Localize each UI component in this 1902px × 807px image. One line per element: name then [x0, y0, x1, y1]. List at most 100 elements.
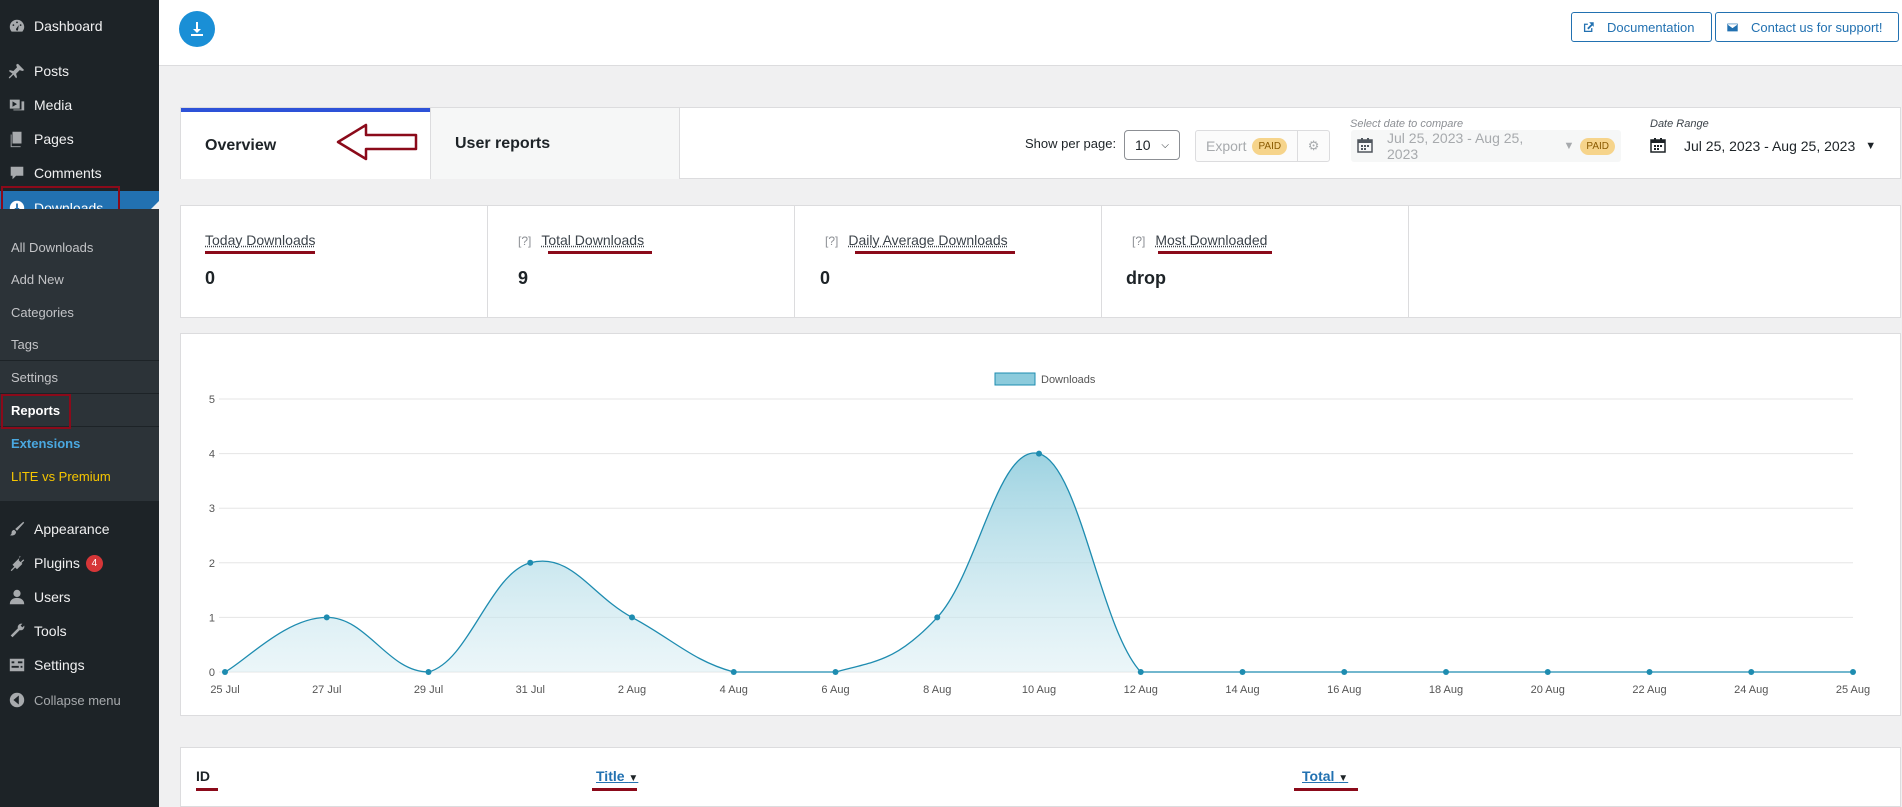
- stat-value: 0: [820, 268, 831, 288]
- legend-label[interactable]: Downloads: [1041, 374, 1096, 386]
- x-tick-label: 27 Jul: [312, 684, 341, 696]
- menu-posts[interactable]: Posts: [0, 54, 159, 88]
- y-tick-label: 3: [209, 503, 215, 515]
- calendar-icon: [1650, 137, 1666, 156]
- downloads-table: ID Title ▼ Total ▼: [180, 747, 1901, 807]
- paid-badge: PAID: [1252, 137, 1288, 155]
- export-button[interactable]: Export PAID: [1196, 131, 1299, 161]
- submenu-lite-vs-premium[interactable]: LITE vs Premium: [11, 469, 111, 484]
- menu-collapse[interactable]: Collapse menu: [0, 683, 159, 717]
- data-point[interactable]: [934, 614, 941, 621]
- export-control: Export PAID ⚙: [1195, 130, 1330, 162]
- menu-plugins[interactable]: Plugins 4: [0, 546, 159, 580]
- data-point[interactable]: [323, 614, 330, 621]
- data-point[interactable]: [629, 614, 635, 621]
- data-point[interactable]: [222, 669, 228, 675]
- date-range-picker[interactable]: Jul 25, 2023 - Aug 25, 2023 ▼: [1650, 130, 1880, 162]
- submenu-add-new[interactable]: Add New: [11, 272, 64, 287]
- submenu-settings[interactable]: Settings: [11, 370, 58, 385]
- menu-dashboard[interactable]: Dashboard: [0, 9, 159, 43]
- per-page-select[interactable]: 10 ⌵: [1124, 130, 1180, 160]
- data-point[interactable]: [1443, 669, 1449, 675]
- dashboard-icon: [0, 9, 34, 43]
- export-settings-gear-icon[interactable]: ⚙: [1298, 138, 1329, 154]
- data-point[interactable]: [1239, 669, 1246, 675]
- menu-pages[interactable]: Pages: [0, 122, 159, 156]
- menu-label: Dashboard: [34, 18, 103, 34]
- data-point[interactable]: [425, 669, 432, 675]
- submenu-separator: [0, 360, 159, 361]
- data-point[interactable]: [730, 669, 737, 675]
- stat-underline-annotation: [855, 251, 1015, 254]
- data-point[interactable]: [527, 559, 534, 566]
- caret-down-icon: ▼: [1563, 140, 1575, 152]
- data-point[interactable]: [832, 669, 839, 675]
- y-tick-label: 0: [209, 667, 215, 679]
- documentation-button[interactable]: Documentation: [1571, 12, 1712, 42]
- help-tooltip-icon[interactable]: [?]: [825, 234, 838, 248]
- menu-label: Collapse menu: [34, 692, 121, 708]
- x-tick-label: 29 Jul: [414, 684, 443, 696]
- menu-label: Comments: [34, 165, 102, 181]
- menu-tools[interactable]: Tools: [0, 614, 159, 648]
- column-header-title[interactable]: Title ▼: [596, 768, 638, 784]
- envelope-icon: [1727, 23, 1738, 31]
- x-tick-label: 2 Aug: [618, 684, 646, 696]
- menu-label: Appearance: [34, 521, 110, 537]
- comment-icon: [0, 156, 34, 190]
- menu-media[interactable]: Media: [0, 88, 159, 122]
- menu-label: Settings: [34, 657, 85, 673]
- submenu-tags[interactable]: Tags: [11, 337, 38, 352]
- stat-label: Total Downloads: [541, 232, 645, 248]
- compare-date-hint: Select date to compare: [1350, 118, 1464, 130]
- column-header-label: Title: [596, 768, 625, 784]
- paid-badge: PAID: [1580, 137, 1615, 155]
- x-tick-label: 22 Aug: [1632, 684, 1666, 696]
- stat-value: 9: [518, 268, 529, 288]
- submenu-categories[interactable]: Categories: [11, 305, 74, 320]
- menu-settings[interactable]: Settings: [0, 648, 159, 682]
- header-underline-annotation: [592, 788, 637, 791]
- sort-caret-icon: ▼: [628, 773, 639, 784]
- stat-underline-annotation: [548, 251, 652, 254]
- per-page-value: 10: [1135, 137, 1151, 153]
- data-point[interactable]: [1137, 669, 1144, 675]
- data-point[interactable]: [1544, 669, 1551, 675]
- data-point[interactable]: [1036, 450, 1042, 457]
- menu-label: Pages: [34, 131, 74, 147]
- data-point[interactable]: [1748, 669, 1755, 675]
- submenu-all-downloads[interactable]: All Downloads: [11, 240, 93, 255]
- menu-label: Users: [34, 589, 71, 605]
- stat-label: Today Downloads: [205, 232, 316, 248]
- column-header-id[interactable]: ID: [196, 768, 210, 784]
- help-tooltip-icon[interactable]: [?]: [1132, 234, 1145, 248]
- contact-label: Contact us for support!: [1751, 19, 1883, 35]
- x-tick-label: 25 Aug: [1836, 684, 1870, 696]
- contact-support-button[interactable]: Contact us for support!: [1715, 12, 1899, 42]
- menu-appearance[interactable]: Appearance: [0, 512, 159, 546]
- menu-users[interactable]: Users: [0, 580, 159, 614]
- x-tick-label: 20 Aug: [1531, 684, 1565, 696]
- data-point[interactable]: [1646, 669, 1653, 675]
- data-point[interactable]: [1341, 669, 1348, 675]
- tab-user-reports[interactable]: User reports: [430, 108, 680, 179]
- compare-date-picker[interactable]: Jul 25, 2023 - Aug 25, 2023 ▼ PAID: [1351, 130, 1621, 162]
- menu-label: Posts: [34, 63, 70, 79]
- downloads-chart-panel: 25 Jul 27 Jul 29 Jul 31 Jul 2 Aug 4 Aug 6 Aug 8…: [180, 333, 1901, 716]
- x-tick-label: 24 Aug: [1734, 684, 1768, 696]
- highlight-box-reports: [1, 394, 71, 429]
- x-tick-label: 16 Aug: [1327, 684, 1361, 696]
- header-underline-annotation: [196, 788, 218, 791]
- export-label: Export: [1206, 138, 1247, 154]
- data-point[interactable]: [1850, 669, 1856, 675]
- menu-comments[interactable]: Comments: [0, 156, 159, 190]
- plugins-update-badge: 4: [85, 554, 103, 572]
- column-header-total[interactable]: Total ▼: [1302, 768, 1348, 784]
- help-tooltip-icon[interactable]: [?]: [518, 234, 531, 248]
- submenu-extensions[interactable]: Extensions: [11, 436, 80, 451]
- stat-today-downloads: Today Downloads 0: [181, 206, 488, 317]
- x-tick-label: 4 Aug: [720, 684, 748, 696]
- caret-down-icon: ▼: [1865, 140, 1877, 152]
- x-tick-label: 25 Jul: [210, 684, 239, 696]
- plugin-header: Documentation Contact us for support!: [159, 0, 1902, 66]
